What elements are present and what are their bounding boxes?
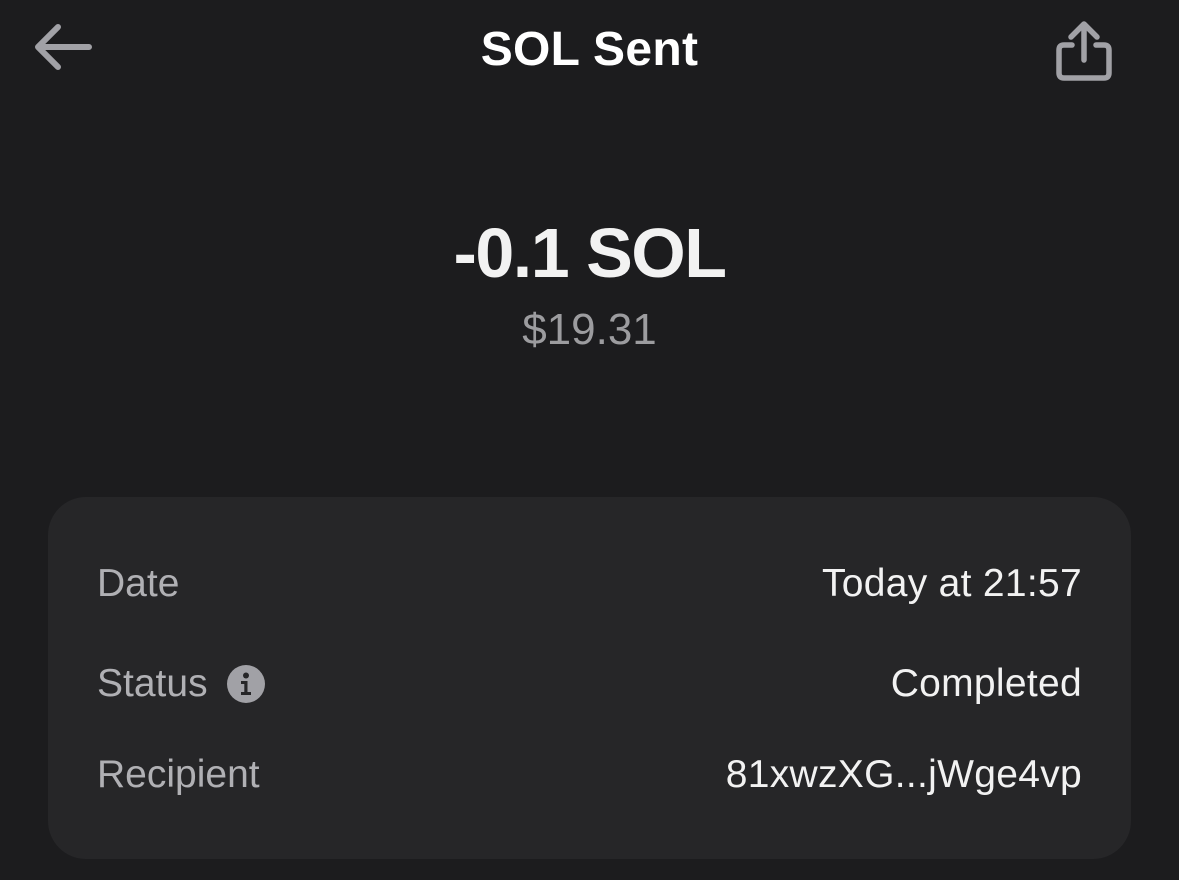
amount-crypto: -0.1 SOL: [453, 214, 727, 292]
recipient-address[interactable]: 81xwzXG...jWge4vp: [726, 753, 1082, 797]
share-button[interactable]: [1044, 14, 1124, 88]
recipient-label: Recipient: [97, 753, 260, 796]
status-value: Completed: [890, 662, 1082, 705]
info-icon[interactable]: [226, 664, 266, 704]
header: SOL Sent: [0, 0, 1179, 110]
date-label: Date: [97, 562, 180, 605]
detail-row-date: Date Today at 21:57: [97, 554, 1082, 614]
transaction-details-card: Date Today at 21:57 Status Completed Rec…: [48, 497, 1131, 859]
share-icon: [1056, 21, 1112, 81]
page-title: SOL Sent: [480, 23, 699, 76]
amount-summary: -0.1 SOL $19.31: [0, 208, 1179, 356]
amount-fiat: $19.31: [522, 305, 657, 354]
detail-row-recipient: Recipient 81xwzXG...jWge4vp: [97, 745, 1082, 805]
date-value: Today at 21:57: [821, 562, 1082, 605]
detail-row-status: Status Completed: [97, 654, 1082, 714]
status-label: Status: [97, 662, 208, 705]
